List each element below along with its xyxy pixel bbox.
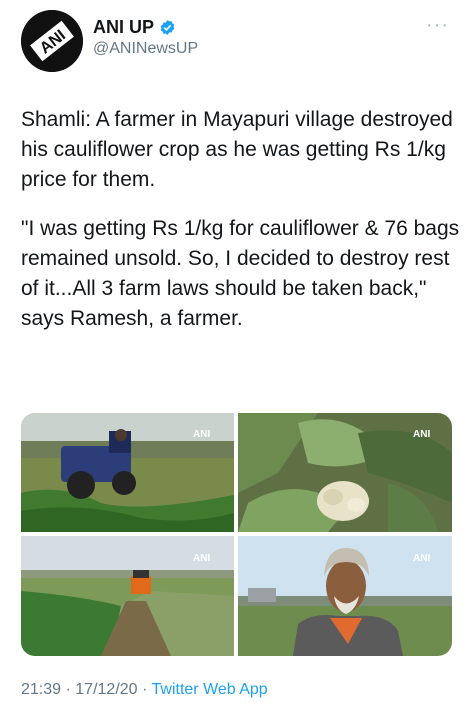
media-image-farmer[interactable]: ANI: [238, 536, 452, 656]
tweet-footer: 21:39 · 17/12/20 · Twitter Web App: [21, 681, 268, 699]
author-name-row[interactable]: ANI UP: [93, 17, 176, 38]
author-name[interactable]: ANI UP: [93, 17, 154, 38]
tweet-time[interactable]: 21:39: [21, 681, 61, 698]
tweet-date[interactable]: 17/12/20: [75, 681, 137, 698]
media-grid: ANI ANI ANI ANI: [21, 413, 452, 656]
more-options-icon[interactable]: ···: [426, 14, 449, 37]
image-watermark: ANI: [413, 553, 430, 564]
footer-separator: ·: [65, 681, 71, 698]
media-image-tractor[interactable]: ANI: [21, 413, 234, 532]
footer-separator: ·: [142, 681, 148, 698]
image-watermark: ANI: [413, 429, 430, 440]
media-image-field[interactable]: ANI: [21, 536, 234, 656]
author-handle[interactable]: @ANINewsUP: [93, 40, 198, 58]
image-watermark: ANI: [193, 429, 210, 440]
tweet-header: ANI ANI UP @ANINewsUP ···: [0, 0, 473, 80]
tweet-text-paragraph-2: "I was getting Rs 1/kg for cauliflower &…: [21, 217, 460, 330]
tweet-source-link[interactable]: Twitter Web App: [152, 681, 268, 698]
verified-badge-icon: [160, 20, 175, 35]
media-image-cauliflower[interactable]: ANI: [238, 413, 452, 532]
tweet-text-paragraph-1: Shamli: A farmer in Mayapuri village des…: [21, 108, 453, 191]
avatar[interactable]: ANI: [21, 10, 83, 72]
image-watermark: ANI: [193, 553, 210, 564]
